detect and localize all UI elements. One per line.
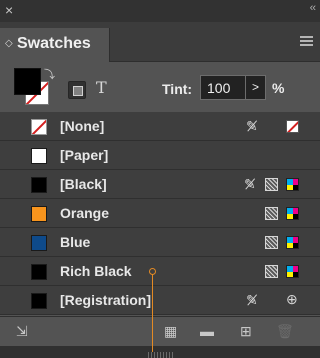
swatch-label: Orange (60, 205, 110, 221)
process-color-icon (265, 178, 278, 191)
resize-grip[interactable] (148, 352, 174, 358)
chevron-updown-icon[interactable]: ◇ (5, 38, 13, 49)
swatch-row-rich-black[interactable]: Rich Black (0, 257, 320, 286)
swatch-chip-black (31, 177, 47, 193)
swatch-label: [Paper] (60, 147, 109, 163)
new-swatch-icon[interactable]: ⊞ (240, 323, 252, 339)
cmyk-mode-icon (286, 265, 299, 278)
cmyk-mode-icon (286, 207, 299, 220)
swatch-row-none[interactable]: [None] ✎̸ (0, 112, 320, 141)
tint-slider-toggle[interactable]: > (246, 75, 266, 100)
locked-pencil-icon: ✎̸ (246, 118, 258, 134)
panel-tab-row: ◇ Swatches (0, 22, 320, 62)
panel-menu-icon[interactable] (300, 36, 313, 46)
panel-titlebar: × ‹‹ (0, 0, 320, 22)
tab-swatches[interactable]: ◇ Swatches (0, 28, 110, 62)
cmyk-mode-icon (286, 178, 299, 191)
swatch-chip-paper (31, 148, 47, 164)
swatches-toolbar: ⤵ T Tint: > % (0, 62, 320, 112)
process-color-icon (265, 207, 278, 220)
formatting-affects-text-button[interactable]: T (96, 78, 107, 97)
swatch-row-registration[interactable]: [Registration] ✎̸ ⊕ (0, 286, 320, 315)
swatch-chip-rich-black (31, 264, 47, 280)
swatch-label: Rich Black (60, 263, 132, 279)
locked-pencil-icon: ✎̸ (244, 176, 256, 192)
tab-swatches-label: Swatches (17, 35, 91, 52)
swatch-chip-registration (31, 293, 47, 309)
swatch-chip-none (31, 119, 47, 135)
formatting-affects-container-button[interactable] (68, 81, 86, 99)
swatch-label: [Black] (60, 176, 107, 192)
swatch-chip-orange (31, 206, 47, 222)
swatch-views-icon[interactable]: ▦ (164, 323, 177, 339)
fill-swatch[interactable] (14, 68, 41, 95)
new-color-group-icon[interactable]: ▬ (200, 323, 214, 339)
delete-swatch-icon[interactable]: 🗑 (276, 323, 294, 339)
cursor-line (152, 274, 153, 358)
process-color-icon (265, 265, 278, 278)
swatch-row-black[interactable]: [Black] ✎̸ (0, 170, 320, 199)
swatch-chip-blue (31, 235, 47, 251)
panel-bottom-bar: ⇲ ▦ ▬ ⊞ 🗑 (0, 316, 320, 346)
swatch-label: [None] (60, 118, 105, 134)
swatch-row-blue[interactable]: Blue (0, 228, 320, 257)
tint-unit: % (272, 80, 285, 96)
locked-pencil-icon: ✎̸ (246, 292, 258, 308)
none-mode-icon (286, 120, 299, 133)
cmyk-mode-icon (286, 236, 299, 249)
process-color-icon (265, 236, 278, 249)
swap-fill-stroke-icon[interactable]: ⤵ (44, 66, 55, 82)
fill-stroke-proxy: ⤵ (14, 66, 55, 108)
swatch-row-paper[interactable]: [Paper] (0, 141, 320, 170)
show-swatch-kinds-icon[interactable]: ⇲ (16, 323, 28, 339)
collapse-panel-icon[interactable]: ‹‹ (310, 2, 316, 14)
registration-mode-icon: ⊕ (286, 291, 298, 307)
swatch-list: [None] ✎̸ [Paper] [Black] ✎̸ Orange Blue… (0, 112, 320, 315)
tint-input[interactable] (200, 75, 246, 100)
close-icon[interactable]: × (5, 2, 13, 18)
tint-label: Tint: (162, 81, 193, 97)
swatch-label: [Registration] (60, 292, 151, 308)
swatch-label: Blue (60, 234, 91, 250)
swatch-row-orange[interactable]: Orange (0, 199, 320, 228)
